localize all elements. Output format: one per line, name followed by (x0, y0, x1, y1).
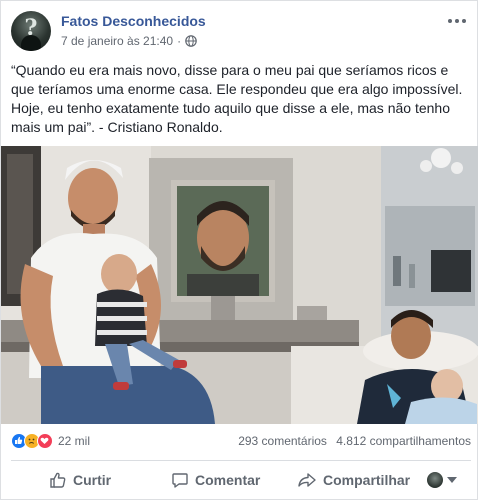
globe-icon[interactable] (185, 35, 197, 47)
share-count[interactable]: 4.812 compartilhamentos (336, 434, 471, 448)
post-meta: 7 de janeiro às 21:40 · (61, 34, 197, 48)
page-name-link[interactable]: Fatos Desconhecidos (61, 13, 206, 29)
engagement-counts: 22 mil 293 comentários 4.812 compartilha… (11, 433, 471, 453)
post-text: “Quando eu era mais novo, disse para o m… (11, 62, 463, 135)
page-avatar[interactable]: ? (11, 11, 51, 51)
divider (11, 460, 471, 461)
post-timestamp[interactable]: 7 de janeiro às 21:40 (61, 34, 173, 48)
comment-share-counts: 293 comentários 4.812 compartilhamentos (232, 434, 471, 448)
like-button[interactable]: Curtir (49, 471, 111, 489)
thumbs-up-icon (50, 472, 66, 488)
comment-button[interactable]: Comentar (171, 471, 260, 489)
reaction-count: 22 mil (58, 434, 91, 448)
share-icon (298, 473, 316, 487)
post-photo[interactable] (1, 146, 478, 424)
silhouette-icon (21, 35, 41, 51)
comment-count[interactable]: 293 comentários (238, 434, 327, 448)
comment-label: Comentar (195, 472, 261, 488)
like-label: Curtir (73, 472, 112, 488)
love-icon (37, 433, 53, 449)
reaction-audience-selector[interactable] (427, 472, 457, 488)
more-options-icon[interactable] (445, 13, 469, 29)
post-header: ? Fatos Desconhecidos 7 de janeiro às 21… (11, 11, 471, 53)
reactions-summary[interactable]: 22 mil (11, 433, 90, 449)
account-avatar (427, 472, 443, 488)
facebook-post: ? Fatos Desconhecidos 7 de janeiro às 21… (0, 0, 478, 500)
post-actions: Curtir Comentar Compartilhar (11, 463, 471, 497)
meta-separator: · (177, 34, 182, 48)
photo-illustration (1, 146, 478, 424)
share-label: Compartilhar (323, 472, 411, 488)
comment-icon (172, 473, 188, 488)
chevron-down-icon (447, 477, 457, 483)
share-button[interactable]: Compartilhar (297, 471, 410, 489)
